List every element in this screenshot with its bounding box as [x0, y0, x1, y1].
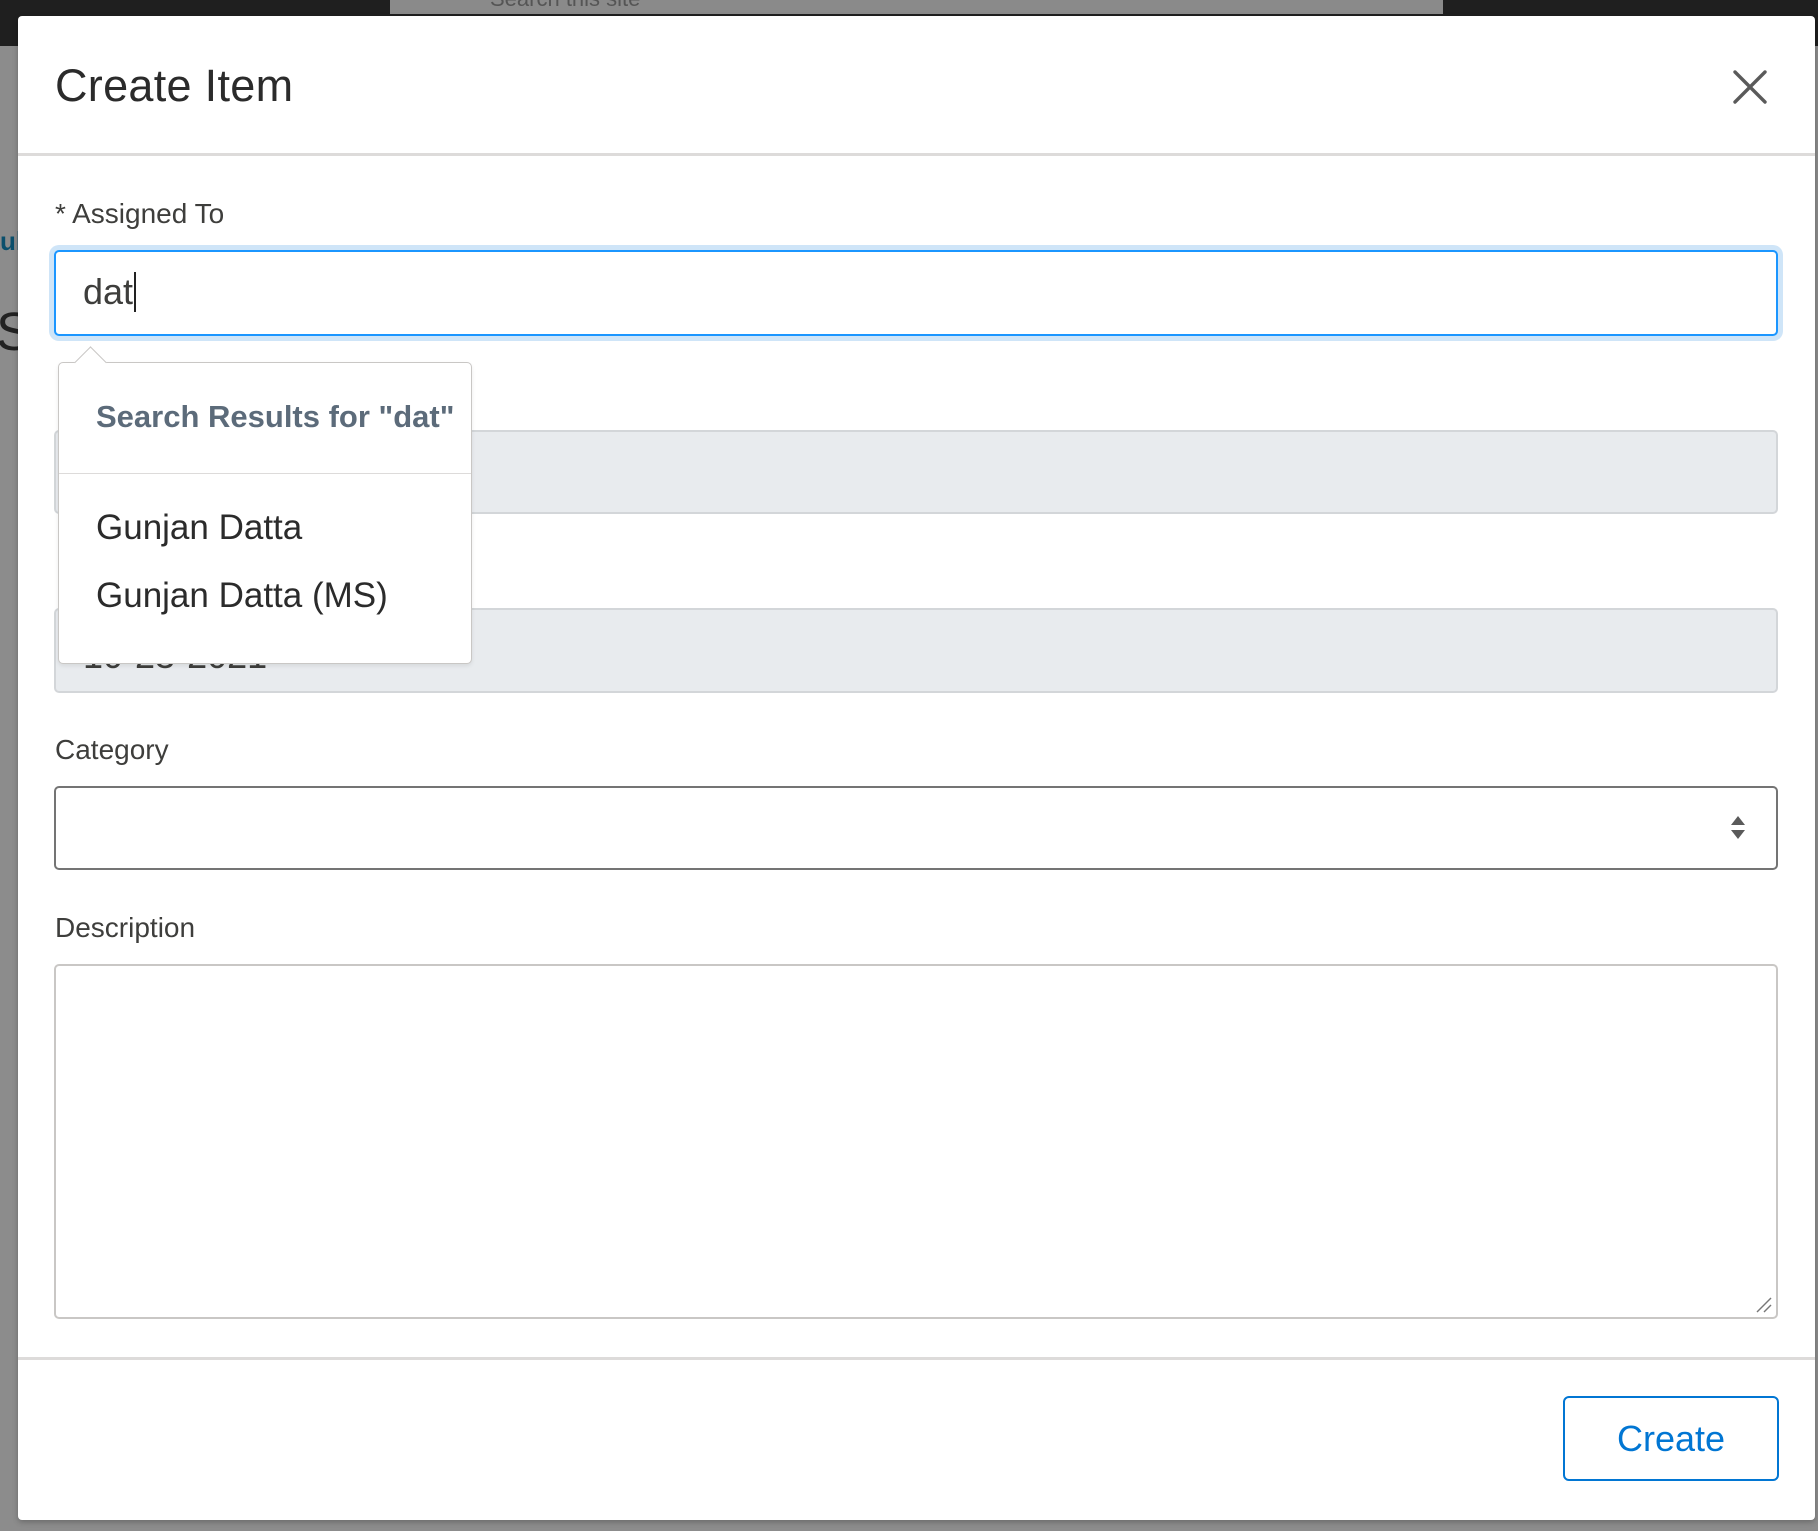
lookup-result-item[interactable]: Gunjan Datta — [96, 508, 302, 548]
assigned-to-input[interactable]: dat — [54, 250, 1778, 336]
assigned-to-label: * Assigned To — [55, 198, 225, 229]
modal-title: Create Item — [55, 60, 294, 111]
assigned-to-value: dat — [83, 272, 137, 312]
category-select[interactable] — [54, 786, 1778, 870]
search-results-heading: Search Results for "dat" — [96, 399, 455, 434]
sort-arrows-icon — [1731, 816, 1745, 839]
dropdown-header: Search Results for "dat" — [59, 363, 471, 474]
description-label: Description — [55, 912, 196, 943]
close-icon — [1733, 70, 1767, 104]
create-item-modal: Create Item * Assigned To dat 10-23-2021… — [18, 16, 1815, 1520]
lookup-results-dropdown: Search Results for "dat" Gunjan Datta Gu… — [58, 346, 472, 664]
background-search-placeholder: Search this site — [490, 0, 640, 12]
text-cursor — [134, 272, 137, 312]
create-button[interactable]: Create — [1563, 1396, 1779, 1481]
close-button[interactable] — [1727, 64, 1773, 110]
category-label: Category — [55, 734, 169, 765]
description-textarea[interactable] — [54, 964, 1778, 1319]
lookup-result-item[interactable]: Gunjan Datta (MS) — [96, 576, 388, 616]
modal-footer: Create — [18, 1357, 1815, 1520]
resize-grip-icon[interactable] — [1754, 1295, 1772, 1313]
modal-header: Create Item — [18, 16, 1815, 156]
background-search-bar: Search this site — [390, 0, 1443, 14]
